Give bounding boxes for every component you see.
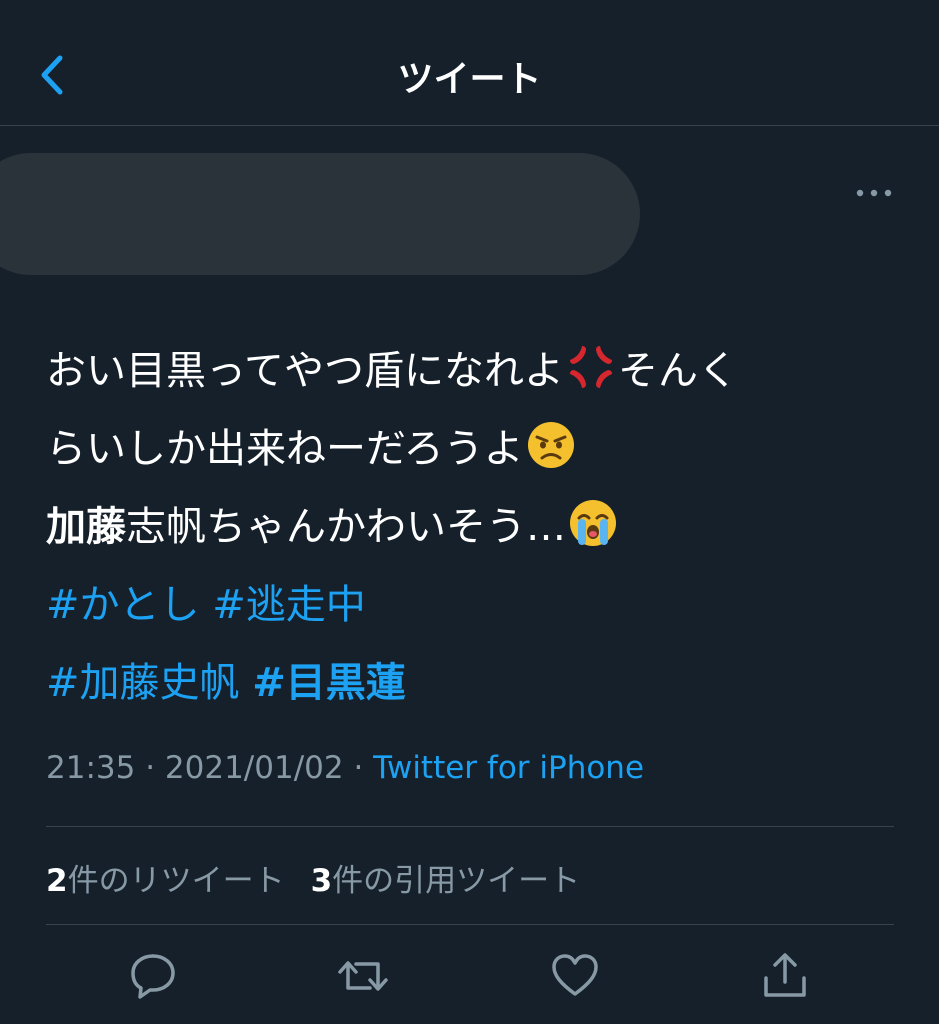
separator: ·	[135, 750, 165, 786]
retweets-count: 2	[46, 863, 68, 899]
tweet-hashtags-line-1: #かとし #逃走中	[46, 566, 926, 644]
share-icon	[764, 953, 806, 997]
share-button[interactable]	[760, 950, 810, 1002]
more-options-button[interactable]	[852, 180, 896, 206]
loudly-crying-face-icon	[568, 496, 618, 546]
tweet-line-3: 加藤志帆ちゃんかわいそう…	[46, 488, 926, 566]
anger-symbol-icon	[566, 340, 616, 390]
tweet-text-segment: おい目黒ってやつ盾になれよ	[46, 348, 564, 394]
divider	[46, 826, 894, 827]
quotes-stat[interactable]: 3件の引用ツイート	[311, 863, 581, 899]
heart-icon	[552, 954, 598, 996]
hashtag-link[interactable]: #目黒蓮	[252, 660, 406, 706]
tweet-time: 21:35	[46, 750, 136, 786]
retweets-label: 件のリツイート	[67, 863, 285, 899]
tweet-text-segment: らいしか出来ねーだろうよ	[46, 426, 524, 472]
tweet-text-segment: そんく	[618, 348, 738, 394]
hashtag-link[interactable]: #かとし	[46, 582, 200, 628]
quotes-label: 件の引用ツイート	[332, 863, 581, 899]
more-horizontal-icon	[856, 189, 892, 197]
tweet-line-1: おい目黒ってやつ盾になれよ そんく	[46, 332, 926, 410]
reply-icon	[131, 954, 175, 999]
highlighted-keyword: 加藤	[46, 504, 126, 550]
tweet-line-2: らいしか出来ねーだろうよ	[46, 410, 926, 488]
top-bar: ツイート	[0, 0, 939, 126]
divider	[46, 924, 894, 925]
reply-button[interactable]	[128, 950, 178, 1002]
hashtag-link[interactable]: #加藤史帆	[46, 660, 240, 706]
tweet-hashtags-line-2: #加藤史帆 #目黒蓮	[46, 644, 926, 722]
separator: ·	[343, 750, 374, 786]
hashtag-link[interactable]: #逃走中	[212, 582, 366, 628]
tweet-text: おい目黒ってやつ盾になれよ そんく らいしか出来ねーだろうよ 加藤志帆ちゃんかわ…	[46, 332, 926, 722]
redacted-author-area	[0, 153, 640, 275]
page-title: ツイート	[397, 59, 542, 100]
retweet-button[interactable]	[336, 950, 388, 1002]
tweet-meta: 21:35 · 2021/01/02 · Twitter for iPhone	[46, 750, 644, 786]
tweet-source-link[interactable]: Twitter for iPhone	[373, 750, 644, 786]
tweet-stats: 2件のリツイート 3件の引用ツイート	[46, 855, 580, 900]
quotes-count: 3	[310, 863, 333, 899]
retweet-icon	[338, 961, 388, 991]
tweet-date: 2021/01/02	[164, 750, 344, 786]
retweets-stat[interactable]: 2件のリツイート	[46, 863, 285, 899]
tweet-text-segment: 志帆ちゃんかわいそう…	[126, 504, 566, 550]
angry-face-icon	[526, 418, 576, 468]
like-button[interactable]	[550, 950, 600, 1002]
